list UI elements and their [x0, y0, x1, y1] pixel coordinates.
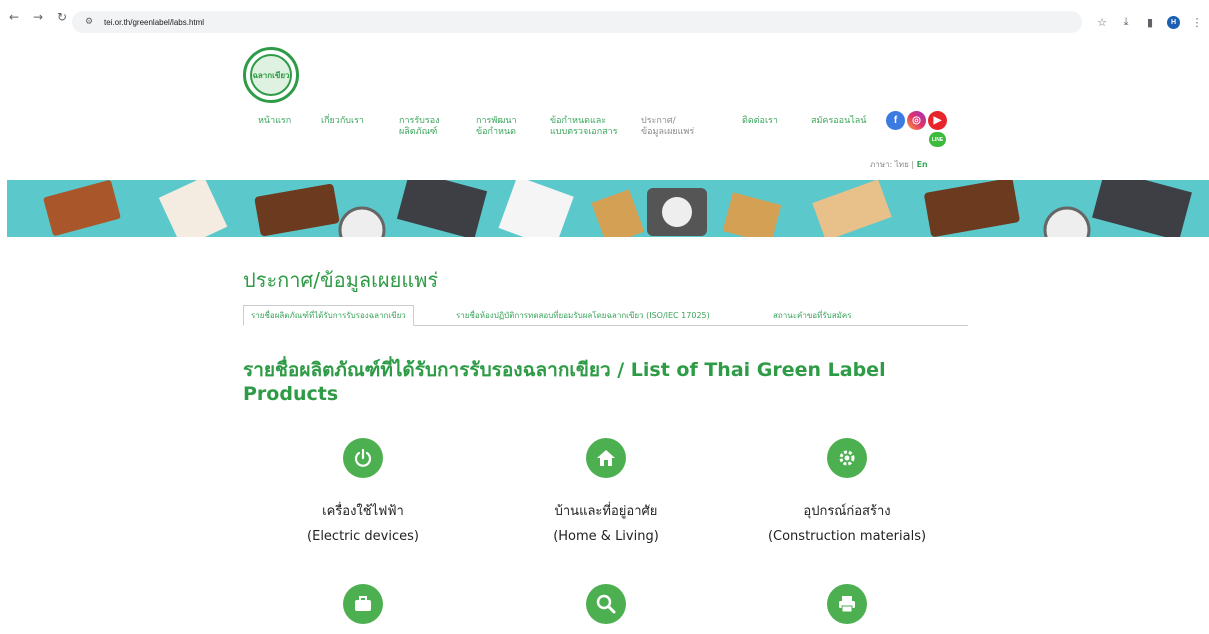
banner-illustration [43, 180, 1192, 237]
nav-register[interactable]: สมัครออนไลน์ [811, 116, 866, 127]
category-construction[interactable]: อุปกรณ์ก่อสร้าง (Construction materials) [727, 438, 967, 544]
menu-kebab-icon[interactable]: ⋮ [1190, 15, 1204, 29]
url-text[interactable]: tei.or.th/greenlabel/labs.html [104, 18, 204, 27]
instagram-icon[interactable]: ◎ [907, 111, 926, 130]
nav-announcements[interactable]: ประกาศ/ข้อมูลเผยแพร่ [641, 116, 694, 138]
nav-criteria-docs[interactable]: ข้อกำหนดและ แบบตรวจเอกสาร [550, 116, 618, 138]
language-switcher: ภาษา: ไทย | En [870, 160, 928, 169]
line-icon[interactable]: LINE [929, 132, 946, 147]
category-label-en[interactable]: (Construction materials) [727, 529, 967, 544]
nav-home[interactable]: หน้าแรก [258, 116, 291, 127]
category-label-en[interactable]: (Electric devices) [243, 529, 483, 544]
forward-icon[interactable]: → [28, 7, 48, 27]
briefcase-icon[interactable] [343, 584, 383, 624]
announcement-tabs: รายชื่อผลิตภัณฑ์ที่ได้รับการรับรองฉลากเข… [243, 305, 968, 326]
nav-about[interactable]: เกี่ยวกับเรา [321, 116, 364, 127]
printer-icon[interactable] [827, 584, 867, 624]
lang-en[interactable]: En [917, 160, 928, 169]
category-printing[interactable] [727, 584, 967, 624]
tab-accepted-labs[interactable]: รายชื่อห้องปฏิบัติการทดสอบที่ยอมรับผลโดย… [449, 305, 717, 326]
green-label-logo[interactable]: ฉลากเขียว [243, 47, 299, 103]
sidepanel-icon[interactable]: ▮ [1143, 15, 1157, 29]
category-label-th[interactable]: เครื่องใช้ไฟฟ้า [243, 500, 483, 521]
site-info-icon[interactable]: ⚙ [82, 16, 96, 28]
category-label-th[interactable]: บ้านและที่อยู่อาศัย [486, 500, 726, 521]
address-bar[interactable]: ⚙ tei.or.th/greenlabel/labs.html [72, 11, 1082, 33]
facebook-icon[interactable]: f [886, 111, 905, 130]
tab-certified-products[interactable]: รายชื่อผลิตภัณฑ์ที่ได้รับการรับรองฉลากเข… [243, 305, 414, 326]
bookmark-star-icon[interactable]: ☆ [1095, 15, 1109, 29]
main-nav: หน้าแรก เกี่ยวกับเรา การรับรอง ผลิตภัณฑ์ … [0, 116, 1209, 146]
nav-contact[interactable]: ติดต่อเรา [742, 116, 778, 127]
home-icon[interactable] [586, 438, 626, 478]
youtube-icon[interactable]: ▶ [928, 111, 947, 130]
category-label-th[interactable]: อุปกรณ์ก่อสร้าง [727, 500, 967, 521]
list-heading: รายชื่อผลิตภัณฑ์ที่ได้รับการรับรองฉลากเข… [243, 359, 886, 405]
tab-application-status[interactable]: สถานะคำขอที่รับสมัคร [766, 305, 859, 326]
category-electric[interactable]: เครื่องใช้ไฟฟ้า (Electric devices) [243, 438, 483, 544]
nav-certification[interactable]: การรับรอง ผลิตภัณฑ์ [399, 116, 440, 138]
nav-criteria-dev[interactable]: การพัฒนา ข้อกำหนด [476, 116, 517, 138]
download-icon[interactable]: ⤓ [1119, 15, 1133, 29]
back-icon[interactable]: ← [4, 7, 24, 27]
lang-th[interactable]: ไทย [895, 160, 909, 169]
profile-avatar[interactable]: H [1167, 15, 1180, 29]
category-office[interactable] [243, 584, 483, 624]
category-search[interactable] [486, 584, 726, 624]
gear-icon[interactable] [827, 438, 867, 478]
reload-icon[interactable]: ↻ [52, 7, 72, 27]
hero-banner [7, 180, 1209, 237]
category-label-en[interactable]: (Home & Living) [486, 529, 726, 544]
power-icon[interactable] [343, 438, 383, 478]
search-icon[interactable] [586, 584, 626, 624]
category-home[interactable]: บ้านและที่อยู่อาศัย (Home & Living) [486, 438, 726, 544]
logo-text: ฉลากเขียว [252, 70, 290, 80]
page-title: ประกาศ/ข้อมูลเผยแพร่ [243, 268, 439, 292]
